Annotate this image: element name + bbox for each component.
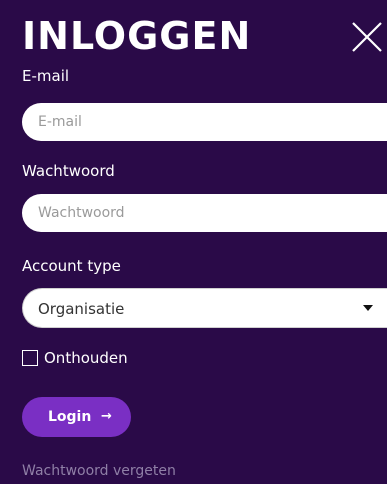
- close-icon: [352, 22, 382, 52]
- caret-down-icon: [363, 305, 373, 311]
- account-type-value: Organisatie: [38, 300, 125, 318]
- account-type-label: Account type: [22, 257, 121, 275]
- remember-me-checkbox[interactable]: [22, 350, 38, 366]
- page-title: INLOGGEN: [22, 14, 252, 58]
- remember-me-label: Onthouden: [44, 349, 128, 367]
- login-button-label: Login: [48, 409, 92, 425]
- close-button[interactable]: [350, 20, 384, 54]
- password-field[interactable]: [22, 194, 387, 232]
- forgot-password-link[interactable]: Wachtwoord vergeten: [22, 461, 176, 481]
- password-label: Wachtwoord: [22, 162, 115, 180]
- email-field[interactable]: [22, 103, 387, 141]
- login-button[interactable]: Login →: [22, 397, 131, 437]
- arrow-right-icon: →: [101, 409, 112, 424]
- account-type-select[interactable]: Organisatie: [22, 288, 387, 328]
- login-panel: INLOGGEN E-mail Wachtwoord Account type …: [0, 0, 387, 484]
- email-label: E-mail: [22, 67, 70, 85]
